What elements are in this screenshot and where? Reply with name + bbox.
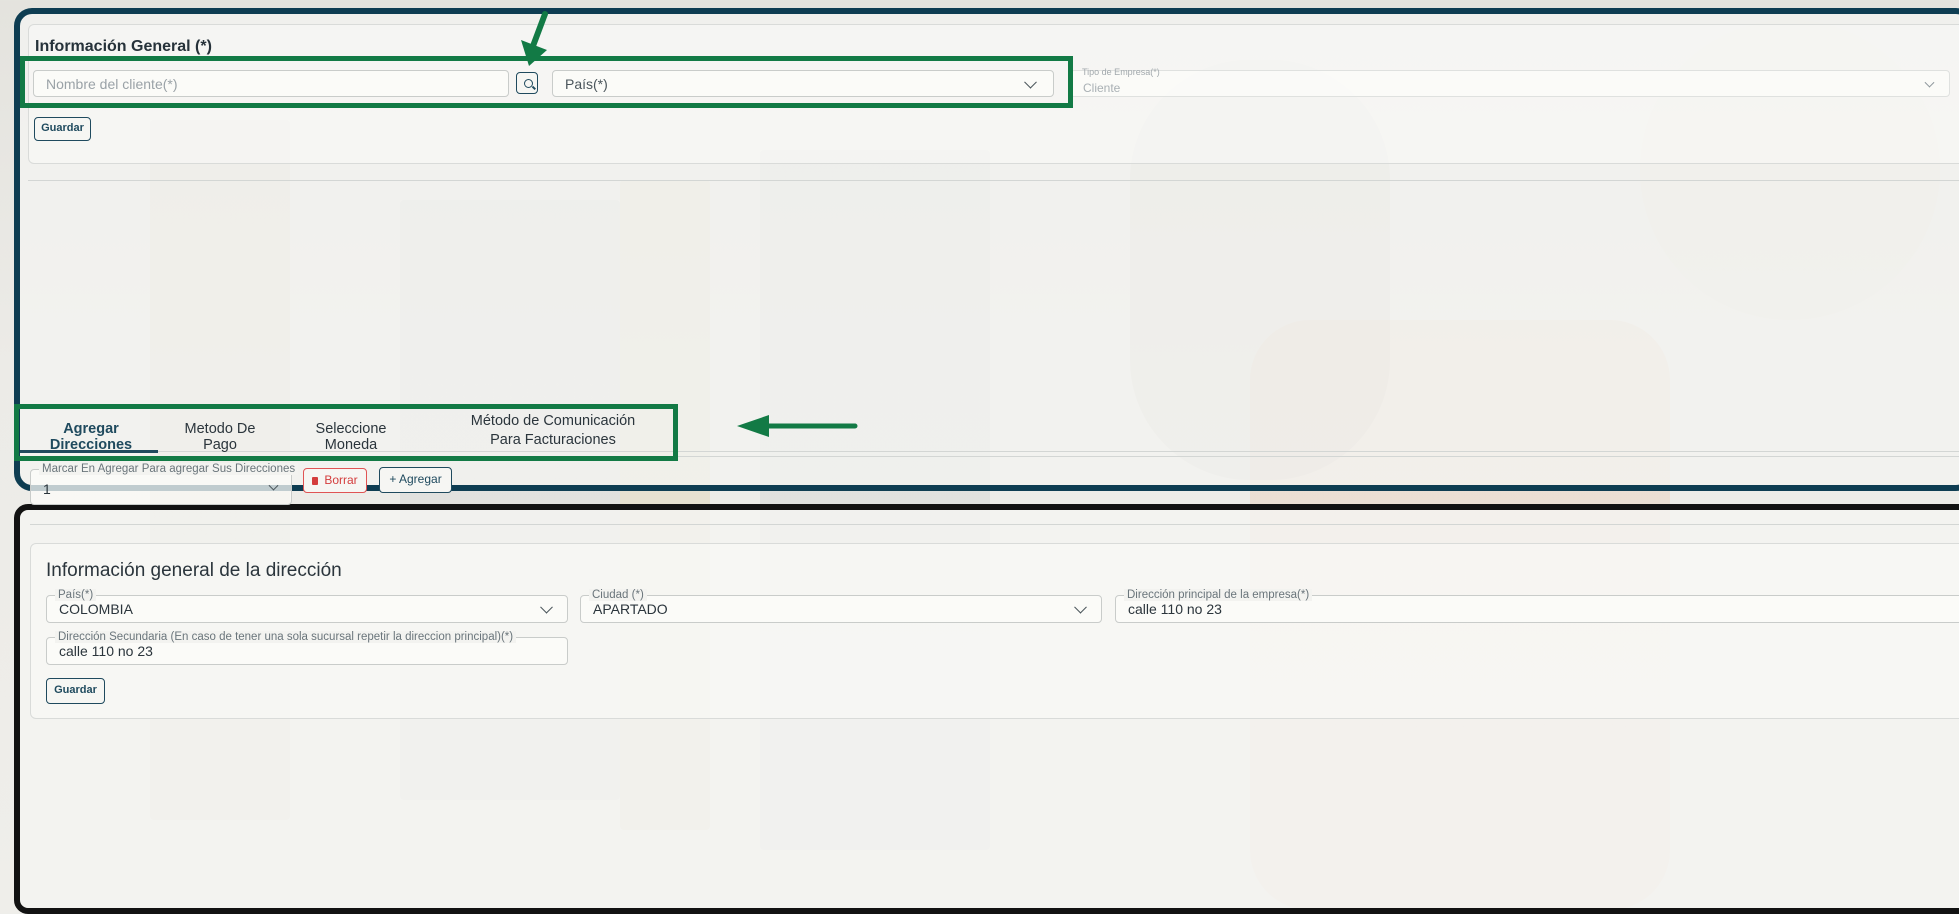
city-label: Ciudad (*)	[589, 589, 647, 601]
address-index-value: 1	[43, 481, 51, 497]
chevron-down-icon	[268, 480, 279, 491]
company-type-select[interactable]: Tipo de Empresa(*) Cliente	[1070, 67, 1950, 97]
address-country-select[interactable]: País(*) COLOMBIA	[46, 589, 568, 623]
main-address-input[interactable]: Dirección principal de la empresa(*) cal…	[1115, 589, 1959, 623]
save-address-button[interactable]: Guardar	[46, 678, 105, 704]
trash-icon	[312, 477, 319, 485]
left-arrow-annotation	[737, 415, 858, 437]
company-type-value: Cliente	[1083, 81, 1121, 95]
down-arrow-annotation	[521, 11, 548, 66]
chevron-down-icon	[540, 600, 553, 614]
city-value: APARTADO	[593, 601, 668, 617]
address-country-label: País(*)	[55, 589, 97, 601]
main-address-value: calle 110 no 23	[1128, 601, 1222, 617]
delete-address-button[interactable]: Borrar	[303, 468, 367, 493]
address-index-label: Marcar En Agregar Para agregar Sus Direc…	[39, 463, 299, 475]
city-select[interactable]: Ciudad (*) APARTADO	[580, 589, 1102, 623]
address-index-select[interactable]: Marcar En Agregar Para agregar Sus Direc…	[30, 463, 299, 505]
secondary-address-input[interactable]: Dirección Secundaria (En caso de tener u…	[46, 631, 568, 665]
add-address-button[interactable]: + Agregar	[379, 467, 452, 493]
chevron-down-icon	[1074, 600, 1087, 614]
save-general-button[interactable]: Guardar	[34, 117, 91, 141]
chevron-down-icon	[1924, 77, 1935, 88]
highlight-box-tabs	[14, 404, 678, 461]
address-info-title: Información general de la dirección	[46, 560, 342, 581]
company-type-label: Tipo de Empresa(*)	[1082, 67, 1160, 77]
divider	[30, 524, 1959, 525]
general-info-title: Información General (*)	[35, 38, 212, 55]
address-country-value: COLOMBIA	[59, 601, 133, 617]
main-address-label: Dirección principal de la empresa(*)	[1124, 589, 1313, 601]
delete-label: Borrar	[324, 473, 358, 487]
secondary-address-value: calle 110 no 23	[59, 643, 153, 659]
divider	[28, 180, 1959, 181]
secondary-address-label: Dirección Secundaria (En caso de tener u…	[55, 631, 517, 643]
